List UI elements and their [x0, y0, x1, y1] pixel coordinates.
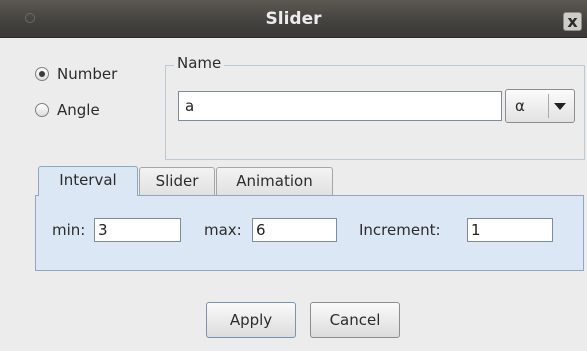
- symbol-dropdown[interactable]: α: [505, 89, 575, 123]
- tab-interval[interactable]: Interval: [38, 166, 138, 196]
- name-legend: Name: [174, 54, 225, 72]
- radio-angle[interactable]: Angle: [35, 101, 100, 119]
- title-bar[interactable]: Slider x: [0, 0, 587, 38]
- radio-number[interactable]: Number: [35, 65, 117, 83]
- max-label: max:: [204, 221, 242, 239]
- max-input[interactable]: [252, 218, 337, 242]
- radio-number-label: Number: [57, 65, 118, 83]
- chevron-down-icon[interactable]: [554, 103, 566, 110]
- apply-button[interactable]: Apply: [206, 302, 296, 338]
- min-label: min:: [52, 221, 86, 239]
- radio-angle-icon[interactable]: [35, 103, 49, 117]
- cancel-button[interactable]: Cancel: [310, 302, 400, 338]
- name-input[interactable]: [178, 91, 502, 121]
- dropdown-separator: [548, 94, 549, 118]
- close-button[interactable]: x: [563, 12, 582, 31]
- radio-number-icon[interactable]: [35, 67, 49, 81]
- min-input[interactable]: [94, 218, 181, 242]
- window-title: Slider: [265, 9, 322, 29]
- radio-angle-label: Angle: [57, 101, 100, 119]
- increment-input[interactable]: [467, 218, 553, 242]
- tab-slider[interactable]: Slider: [139, 167, 215, 195]
- increment-label: Increment:: [359, 221, 441, 239]
- symbol-dropdown-value: α: [515, 97, 525, 115]
- tab-animation[interactable]: Animation: [216, 167, 333, 195]
